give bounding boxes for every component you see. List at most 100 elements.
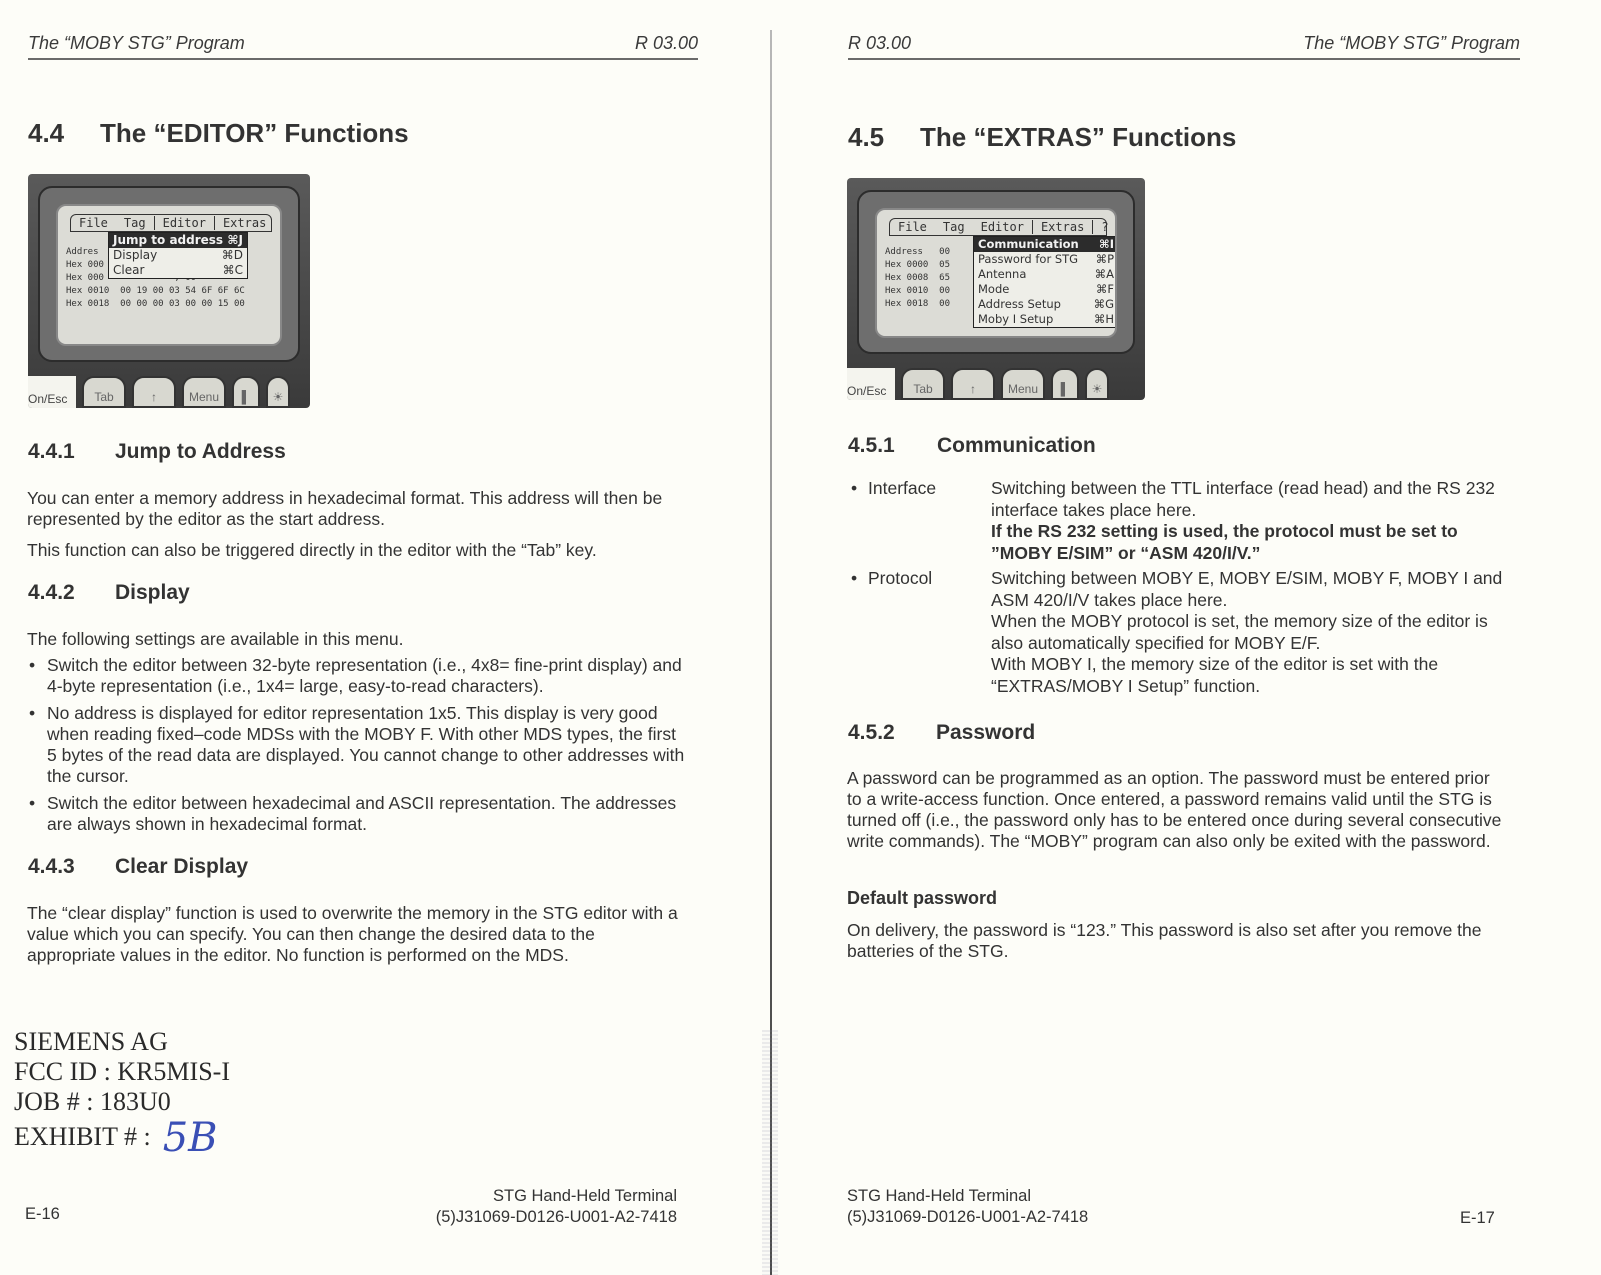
right-page: R 03.00 The “MOBY STG” Program 4.5 The “…: [770, 0, 1601, 1275]
running-head-revision: R 03.00: [634, 33, 698, 53]
lcd-menu-item-label: Communication: [978, 237, 1079, 251]
lcd-menu-editor: Editor: [153, 216, 215, 230]
bullet-item: Switch the editor between hexadecimal an…: [27, 793, 687, 835]
lcd-menu-item-label: Moby I Setup: [978, 312, 1054, 326]
lcd-menu-item: Antenna ⌘A: [974, 267, 1115, 282]
footer-product: STG Hand-Held Terminal: [847, 1187, 1032, 1205]
subsection-title: Clear Display: [115, 855, 249, 878]
lcd-menu-help: ?: [1101, 220, 1109, 234]
lcd-hex-row: Hex 0018 00: [885, 299, 951, 309]
running-head: R 03.00 The “MOBY STG” Program: [848, 28, 1520, 60]
key-contrast-icon: ▌: [1051, 368, 1079, 400]
lcd-menu-item-label: Jump to address: [113, 233, 224, 247]
footer-doc-info: STG Hand-Held Terminal (5)J31069-D0126-U…: [400, 1186, 677, 1228]
lcd-menu-item-shortcut: ⌘C: [222, 263, 243, 277]
definition-list: Interface Switching between the TTL inte…: [848, 478, 1508, 701]
key-light-icon: ☀: [1085, 368, 1109, 400]
lcd-menubar: File Tag Editor Extras ?: [889, 218, 1109, 236]
lcd-dropdown-menu: Communication ⌘I Password for STG ⌘P Ant…: [973, 236, 1115, 328]
lcd-menu-file: File: [898, 220, 927, 234]
key-on-esc: On/Esc: [28, 376, 76, 408]
lcd-menu-item-shortcut: ⌘H: [1093, 312, 1114, 326]
paragraph: You can enter a memory address in hexade…: [27, 488, 663, 529]
paragraph: A password can be programmed as an optio…: [847, 768, 1502, 851]
lcd-menu-item-label: Antenna: [978, 267, 1027, 281]
definition-line: Switching between MOBY E, MOBY E/SIM, MO…: [991, 568, 1503, 610]
lcd-menu-item-label: Password for STG: [978, 252, 1079, 266]
lcd-hex-row: Hex 0008 65: [885, 273, 951, 283]
subsection-title: Display: [115, 581, 190, 604]
footer-product: STG Hand-Held Terminal: [492, 1187, 677, 1205]
definition-line: Switching between the TTL interface (rea…: [991, 478, 1495, 520]
key-contrast-icon: ▌: [232, 376, 260, 408]
subsection-number: 4.5.2: [848, 721, 895, 744]
subsection-heading: 4.4.3 Clear Display: [28, 855, 248, 879]
bullet-item: No address is displayed for editor repre…: [27, 703, 687, 787]
device-bezel: File Tag Editor Extras ? Addres ; 07 Hex…: [38, 186, 300, 362]
lcd-menu-item-shortcut: ⌘J: [227, 233, 243, 247]
subsection-number: 4.4.2: [28, 581, 75, 604]
section-heading: 4.5 The “EXTRAS” Functions: [848, 122, 1236, 153]
stamp-exhibit-label: EXHIBIT # :: [14, 1122, 151, 1151]
lcd-menu-tag: Tag: [123, 216, 146, 230]
lcd-menu-item: Display ⌘D: [109, 248, 247, 263]
definition-term: Protocol: [848, 568, 991, 697]
device-keypad: On/Esc Tab ↑ Menu ▌ ☀: [847, 356, 1145, 400]
stamp-fcc-id: FCC ID : KR5MIS-I: [14, 1057, 230, 1086]
definition-line: When the MOBY protocol is set, the memor…: [991, 611, 1488, 653]
key-light-icon: ☀: [266, 376, 290, 408]
lcd-menu-help: ?: [274, 216, 280, 230]
lcd-menu-item: Clear ⌘C: [109, 263, 247, 278]
lcd-menu-item-shortcut: ⌘I: [1099, 237, 1114, 251]
device-screenshot-editor: File Tag Editor Extras ? Addres ; 07 Hex…: [28, 174, 310, 408]
subsection-number: 4.4.3: [28, 855, 75, 878]
device-screenshot-extras: File Tag Editor Extras ? Address 00 Hex …: [847, 178, 1145, 400]
footer-doc-id: (5)J31069-D0126-U001-A2-7418: [847, 1208, 1089, 1226]
bullet-list: Switch the editor between 32-byte repres…: [27, 655, 687, 841]
lcd-menu-item-shortcut: ⌘D: [221, 248, 243, 262]
lcd-hex-row: Hex 0010 00: [885, 286, 951, 296]
subsection-number: 4.5.1: [848, 434, 895, 457]
lcd-hex-row: Address 00: [885, 247, 951, 257]
lcd-menu-item: Communication ⌘I: [974, 237, 1115, 252]
subsection-heading: 4.4.2 Display: [28, 581, 190, 605]
paragraph: The “clear display” function is used to …: [27, 903, 678, 965]
lcd-hex-row: Hex 0018 00 00 00 03 00 00 15 00: [66, 299, 245, 309]
definition-line: With MOBY I, the memory size of the edit…: [991, 654, 1439, 696]
lcd-menu-item-label: Address Setup: [978, 297, 1061, 311]
key-on-esc: On/Esc: [847, 368, 895, 400]
section-title: The “EDITOR” Functions: [100, 118, 409, 148]
lcd-menu-item-label: Mode: [978, 282, 1010, 296]
lcd-menu-extras: Extras: [1031, 220, 1094, 234]
lcd-menu-item-label: Clear: [113, 263, 145, 277]
running-head-revision: R 03.00: [848, 33, 912, 53]
left-page: The “MOBY STG” Program R 03.00 4.4 The “…: [0, 0, 760, 1275]
definition-interface: Interface Switching between the TTL inte…: [848, 478, 1508, 564]
running-head-title: The “MOBY STG” Program: [1303, 33, 1520, 53]
stamp-company: SIEMENS AG: [14, 1027, 168, 1056]
subsection-heading: 4.4.1 Jump to Address: [28, 440, 286, 464]
definition-protocol: Protocol Switching between MOBY E, MOBY …: [848, 568, 1508, 697]
subsection-title: Jump to Address: [115, 440, 286, 463]
paragraph: The following settings are available in …: [27, 629, 404, 649]
lcd-menu-file: File: [79, 216, 108, 230]
lcd-dropdown-menu: Jump to address ⌘J Display ⌘D Clear ⌘C: [108, 232, 248, 279]
stamp-job-number: JOB # : 183U0: [14, 1087, 171, 1116]
key-up-arrow: ↑: [951, 368, 995, 400]
stamp-exhibit: EXHIBIT # : 5B: [14, 1117, 230, 1158]
lcd-menu-item: Password for STG ⌘P: [974, 252, 1115, 267]
lcd-menu-item-shortcut: ⌘G: [1093, 297, 1114, 311]
lcd-menu-item: Address Setup ⌘G: [974, 297, 1115, 312]
subheading-default-password: Default password: [847, 888, 998, 908]
lcd-menu-tag: Tag: [942, 220, 965, 234]
running-head: The “MOBY STG” Program R 03.00: [28, 28, 698, 60]
footer-doc-info: STG Hand-Held Terminal (5)J31069-D0126-U…: [847, 1186, 1088, 1228]
lcd-menu-item-label: Display: [113, 248, 158, 262]
lcd-menu-item: Moby I Setup ⌘H: [974, 312, 1115, 327]
lcd-menu-item-shortcut: ⌘P: [1095, 252, 1114, 266]
lcd-menu-item: Jump to address ⌘J: [109, 233, 247, 248]
subsection-heading: 4.5.1 Communication: [848, 434, 1096, 458]
lcd-menubar: File Tag Editor Extras ?: [70, 214, 272, 232]
page-number: E-17: [1460, 1209, 1495, 1227]
device-keypad: On/Esc Tab ↑ Menu ▌ ☀: [28, 364, 310, 408]
